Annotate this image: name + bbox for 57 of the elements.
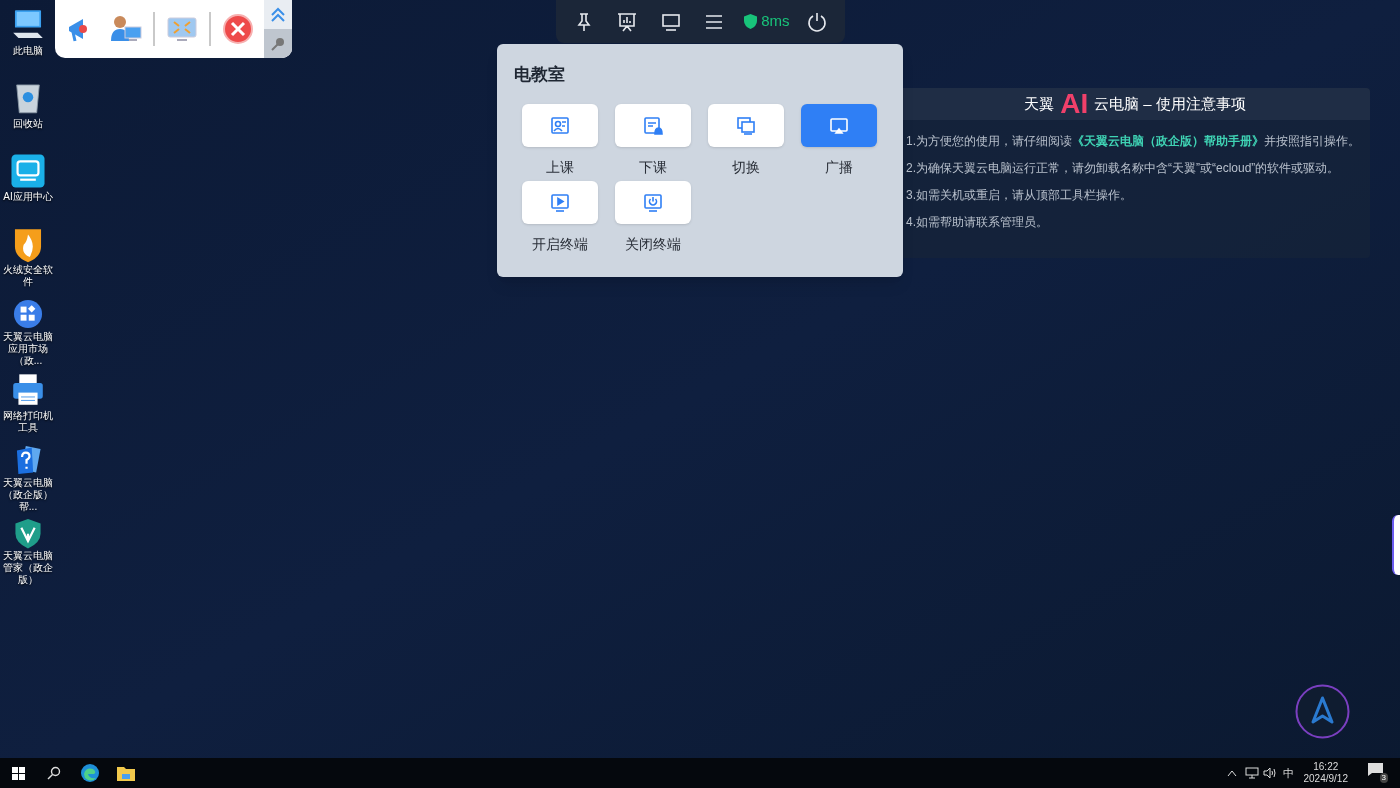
collapse-button[interactable] — [264, 0, 292, 29]
button-label: 关闭终端 — [625, 236, 681, 252]
start-button[interactable] — [522, 104, 598, 147]
notification-button[interactable]: 3 — [1368, 763, 1388, 783]
presentation-icon — [616, 10, 639, 33]
volume-icon[interactable] — [1262, 767, 1277, 779]
button-label: 开启终端 — [532, 236, 588, 252]
clock-time: 16:22 — [1313, 761, 1339, 773]
logo-icon[interactable] — [1295, 684, 1350, 739]
ime-indicator[interactable]: 中 — [1282, 764, 1294, 782]
power-off-icon — [642, 191, 664, 214]
desktop-icon-label: 此电脑 — [13, 45, 43, 57]
windows-logo-icon — [11, 766, 25, 780]
power-icon — [806, 10, 829, 33]
ai-logo: AI — [1060, 90, 1089, 118]
desktop-icon-label: 回收站 — [13, 118, 43, 130]
end-icon — [642, 114, 664, 137]
pin-icon — [270, 35, 286, 52]
desktop-icon-label: 天翼云电脑管家（政企版） — [2, 550, 54, 586]
folder-icon — [117, 765, 135, 781]
button-label: 广播 — [825, 159, 853, 175]
browser-icon — [80, 763, 100, 783]
chevron-up-icon[interactable] — [1226, 769, 1237, 777]
start-icon — [549, 114, 571, 137]
button-label: 下课 — [639, 159, 667, 175]
network-icon[interactable] — [1244, 767, 1259, 779]
notice-line: 2.为确保天翼云电脑运行正常，请勿卸载名称中含“天翼”或“ecloud”的软件或驱动。 — [906, 161, 1341, 176]
button-label: 切换 — [732, 159, 760, 175]
panel-title: 电教室 — [514, 64, 565, 86]
broadcast-button[interactable] — [801, 104, 877, 147]
switch-button[interactable] — [708, 104, 784, 147]
desktop-icon-label: AI应用中心 — [3, 191, 53, 203]
desktop-icon-label: 天翼云电脑应用市场（政... — [2, 331, 54, 367]
ai-desktop-icon[interactable] — [8, 151, 48, 191]
desktop-icon-label: 火绒安全软件 — [2, 264, 54, 288]
chevrons-up-icon — [269, 5, 287, 24]
search-icon — [47, 766, 61, 780]
clock-date: 2024/9/12 — [1303, 773, 1348, 785]
desktop-icon-label: 天翼云电脑（政企版）帮... — [2, 477, 54, 513]
notice-line: 1.为方便您的使用，请仔细阅读《天翼云电脑（政企版）帮助手册》并按照指引操作。 — [906, 134, 1361, 149]
notice-title: 云电脑 – 使用注意事项 — [1094, 93, 1246, 114]
shield-icon — [744, 14, 758, 29]
latency-text: 8ms — [761, 11, 790, 32]
close-icon[interactable] — [221, 13, 255, 45]
power-on-icon — [549, 191, 571, 214]
message-icon — [1368, 763, 1383, 776]
notice-line: 4.如需帮助请联系管理员。 — [906, 215, 1049, 230]
notice-title-prefix: 天翼 — [1024, 93, 1055, 114]
button-label: 上课 — [546, 159, 574, 175]
side-handle[interactable] — [1392, 515, 1400, 575]
desktop-icon-label: 网络打印机工具 — [2, 410, 54, 434]
power-off-button[interactable] — [615, 181, 691, 224]
end-button[interactable] — [615, 104, 691, 147]
switch-icon — [735, 114, 757, 137]
notice-line: 3.如需关机或重启，请从顶部工具栏操作。 — [906, 188, 1133, 203]
power-on-button[interactable] — [522, 181, 598, 224]
pin-button[interactable] — [264, 29, 292, 58]
